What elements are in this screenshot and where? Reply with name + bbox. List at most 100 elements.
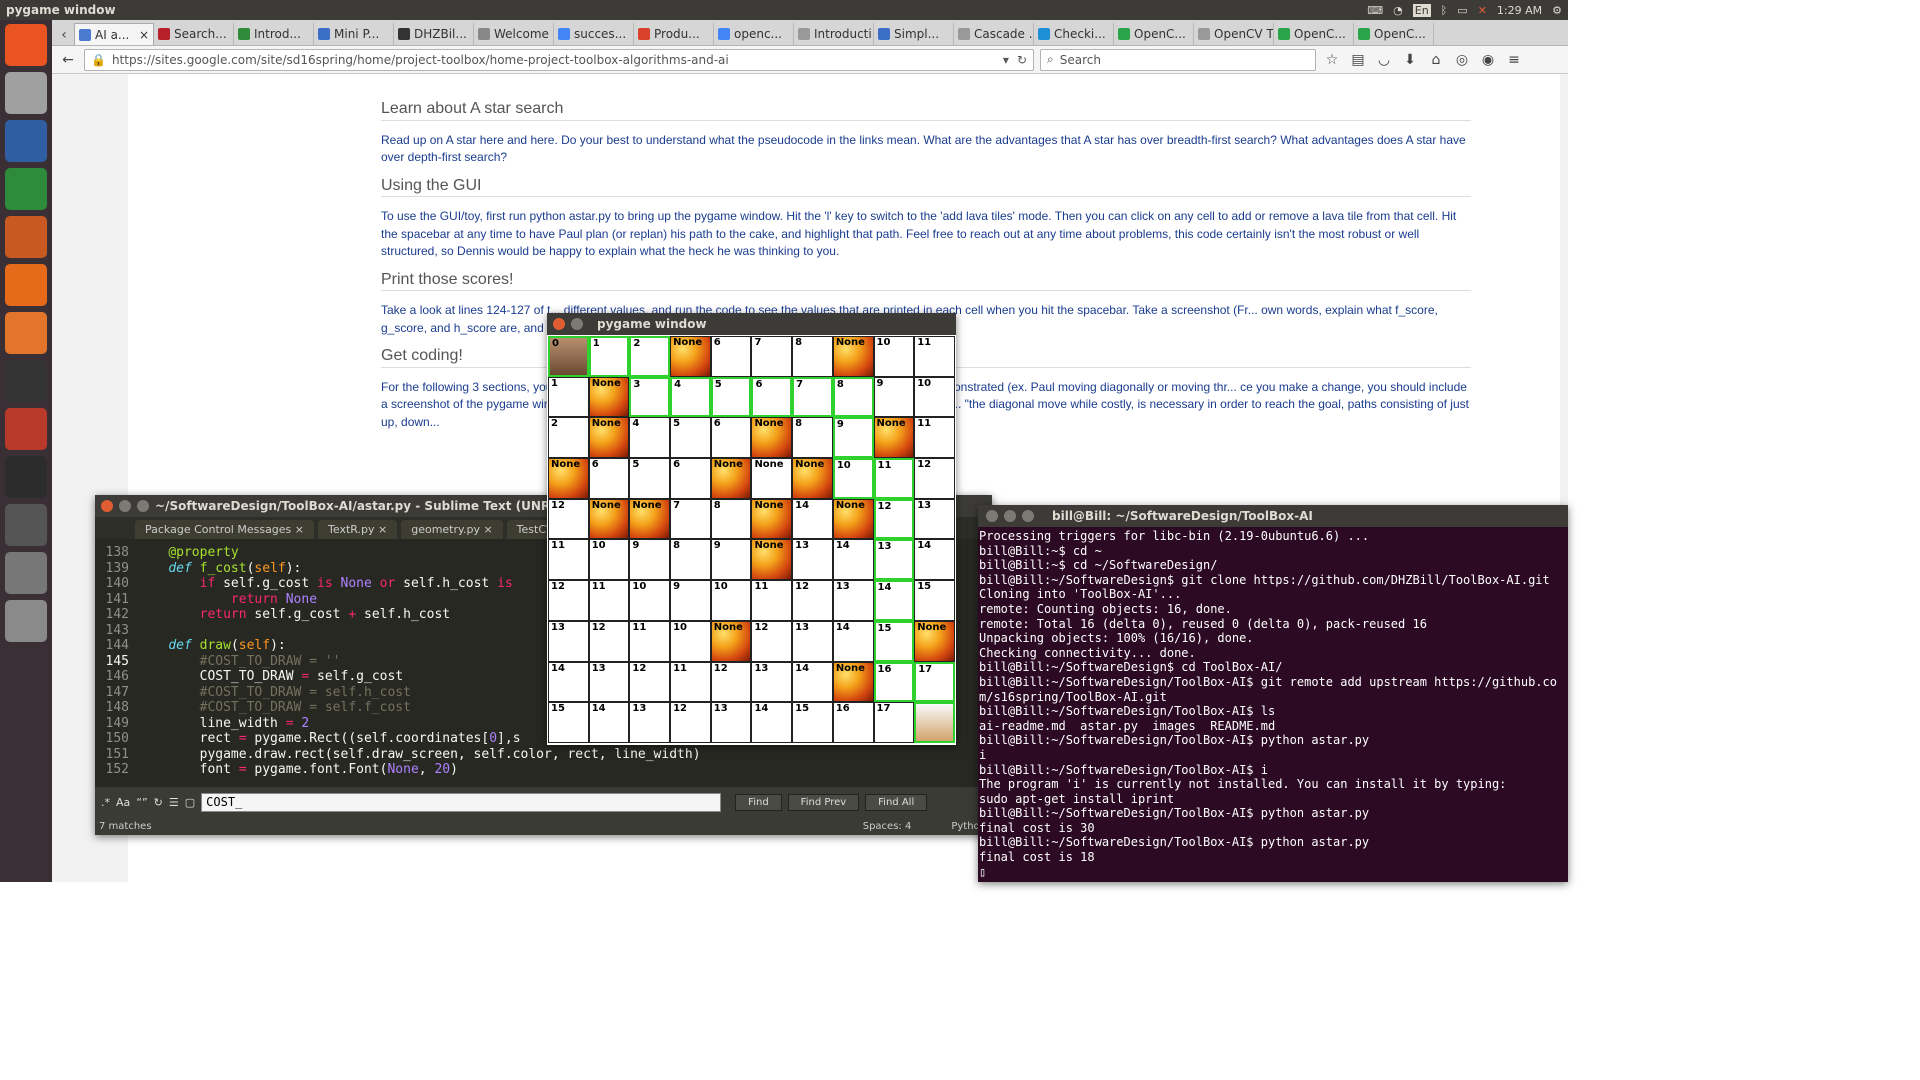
tab-14[interactable]: OpenCV T... [1194, 23, 1274, 45]
grid-cell[interactable]: 13 [792, 539, 833, 581]
amazon-icon[interactable] [5, 360, 47, 402]
grid-cell[interactable]: 12 [670, 702, 711, 743]
grid-cell[interactable]: 6 [751, 376, 793, 418]
grid-cell[interactable]: 12 [873, 498, 915, 540]
tab-7[interactable]: Produ... [634, 23, 714, 45]
cake-goal-cell[interactable] [914, 702, 955, 743]
grid-cell[interactable]: 14 [914, 539, 955, 581]
minimize-icon[interactable] [571, 318, 583, 330]
grid-cell[interactable]: 8 [710, 498, 752, 540]
files-icon[interactable] [5, 72, 47, 114]
grid-cell[interactable]: 2 [629, 336, 671, 377]
grid-cell[interactable]: 13 [832, 580, 874, 621]
grid-cell[interactable]: 13 [629, 702, 671, 743]
grid-cell[interactable]: 12 [629, 661, 671, 703]
paul-avatar-cell[interactable]: 0 [548, 336, 589, 377]
maximize-icon[interactable] [1022, 510, 1034, 522]
minimize-icon[interactable] [1004, 510, 1016, 522]
calc-icon[interactable] [5, 168, 47, 210]
find-prev-button[interactable]: Find Prev [787, 793, 860, 811]
grid-cell[interactable]: 10 [588, 539, 630, 581]
tab-0[interactable]: AI a... × [74, 23, 154, 45]
grid-cell[interactable]: 14 [588, 702, 630, 743]
download-icon[interactable]: ⬇ [1400, 50, 1420, 70]
home-icon[interactable]: ⌂ [1426, 50, 1446, 70]
lava-cell[interactable]: None [751, 498, 793, 540]
back-button[interactable]: ← [58, 50, 78, 70]
find-all-button[interactable]: Find All [865, 793, 928, 811]
grid-cell[interactable]: None [751, 458, 793, 499]
grid-cell[interactable]: 14 [873, 580, 915, 621]
grid-cell[interactable]: 9 [629, 539, 671, 581]
close-icon[interactable] [553, 318, 565, 330]
grid-cell[interactable]: 11 [670, 661, 711, 703]
lava-cell[interactable]: None [588, 376, 630, 418]
lava-cell[interactable]: None [751, 539, 793, 581]
keyboard-icon[interactable]: ⌨ [1367, 4, 1383, 17]
wrap-toggle-icon[interactable]: ↻ [154, 796, 163, 809]
tab-1[interactable]: Search... [154, 23, 234, 45]
grid-cell[interactable]: 5 [629, 458, 671, 499]
terminal-icon[interactable] [5, 456, 47, 498]
grid-cell[interactable]: 7 [751, 336, 793, 377]
maximize-icon[interactable] [137, 500, 149, 512]
grid-cell[interactable]: 17 [873, 702, 915, 743]
grid-cell[interactable]: 14 [832, 539, 874, 581]
power-icon[interactable]: ⚙ [1552, 4, 1562, 17]
lava-cell[interactable]: None [792, 458, 833, 499]
grid-cell[interactable]: 5 [670, 417, 711, 459]
close-icon[interactable] [101, 500, 113, 512]
extension-icon[interactable]: ◉ [1478, 50, 1498, 70]
grid-cell[interactable]: 9 [873, 376, 915, 418]
pocket-icon[interactable]: ◡ [1374, 50, 1394, 70]
lava-cell[interactable]: None [832, 498, 874, 540]
lava-cell[interactable]: None [832, 661, 874, 703]
bookmark-star-icon[interactable]: ☆ [1322, 50, 1342, 70]
grid-cell[interactable]: 12 [751, 620, 793, 662]
chat-icon[interactable]: ◎ [1452, 50, 1472, 70]
lava-cell[interactable]: None [832, 336, 874, 377]
grid-cell[interactable]: 11 [629, 620, 671, 662]
grid-cell[interactable]: 7 [670, 498, 711, 540]
language-indicator[interactable]: En [1412, 3, 1431, 17]
grid-cell[interactable]: 1 [588, 336, 630, 377]
grid-cell[interactable]: 10 [670, 620, 711, 662]
grid-cell[interactable]: 12 [548, 580, 589, 621]
grid-cell[interactable]: 12 [792, 580, 833, 621]
tab-9[interactable]: Introducti... [794, 23, 874, 45]
grid-cell[interactable]: 15 [792, 702, 833, 743]
find-input[interactable]: COST_ [201, 792, 722, 812]
grid-cell[interactable]: 14 [548, 661, 589, 703]
tab-6[interactable]: succes... [554, 23, 634, 45]
lava-cell[interactable]: None [629, 498, 671, 540]
grid-cell[interactable]: 8 [792, 417, 833, 459]
tab-close-icon[interactable]: × [139, 28, 149, 42]
clock[interactable]: 1:29 AM [1497, 4, 1542, 17]
grid-cell[interactable]: 11 [588, 580, 630, 621]
tab-10[interactable]: Simpl... [874, 23, 954, 45]
grid-cell[interactable]: 13 [914, 498, 955, 540]
grid-cell[interactable]: 13 [792, 620, 833, 662]
drive-icon[interactable] [5, 600, 47, 642]
wifi-icon[interactable]: ◔ [1393, 4, 1403, 17]
grid-cell[interactable]: 15 [873, 620, 915, 662]
grid-cell[interactable]: 16 [832, 702, 874, 743]
grid-cell[interactable]: 10 [914, 376, 955, 418]
grid-cell[interactable]: 16 [873, 661, 915, 703]
grid-cell[interactable]: 9 [832, 417, 874, 459]
url-bar[interactable]: 🔒 https://sites.google.com/site/sd16spri… [84, 48, 1034, 71]
lava-cell[interactable]: None [548, 458, 589, 499]
grid-cell[interactable]: 15 [914, 580, 955, 621]
lava-cell[interactable]: None [588, 417, 630, 459]
terminal-output[interactable]: Processing triggers for libc-bin (2.19-0… [978, 527, 1568, 882]
grid-cell[interactable]: 2 [548, 417, 589, 459]
grid-cell[interactable]: 9 [670, 580, 711, 621]
tab-11[interactable]: Cascade ... [954, 23, 1034, 45]
grid-cell[interactable]: 11 [548, 539, 589, 581]
selection-toggle-icon[interactable]: ☰ [169, 796, 179, 809]
grid-cell[interactable]: 17 [914, 661, 955, 703]
firefox-icon[interactable] [5, 264, 47, 306]
tab-3[interactable]: Mini P... [314, 23, 394, 45]
grid-cell[interactable]: 3 [629, 376, 671, 418]
lava-cell[interactable]: None [710, 620, 752, 662]
